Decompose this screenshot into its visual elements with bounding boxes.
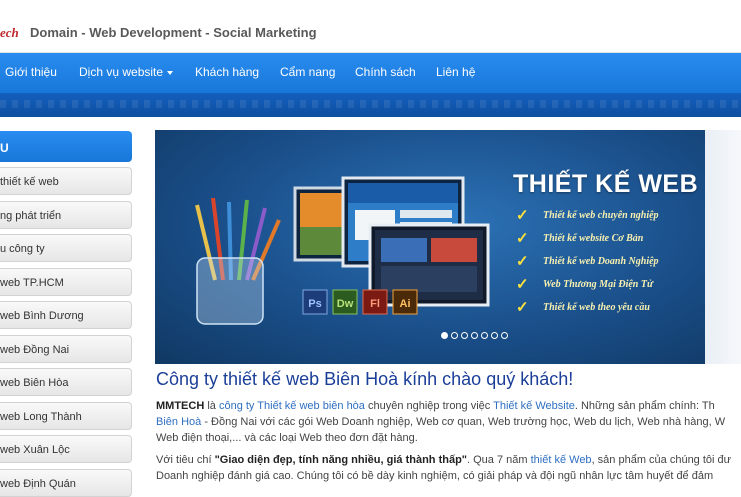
band-pattern — [0, 100, 741, 108]
nav-label: Cẩm nang — [280, 65, 336, 79]
banner-feature: Web Thương Mại Điện Tử — [543, 279, 653, 290]
slider-dot[interactable] — [461, 332, 468, 339]
check-icon: ✓ — [516, 253, 529, 270]
nav-label: Giới thiệu — [5, 65, 57, 79]
dw-icon: Dw — [337, 298, 354, 310]
slogan: "Giao diện đẹp, tính năng nhiều, giá thà… — [214, 454, 468, 466]
intro-paragraph: MMTECH là công ty Thiết kế web biên hòa … — [156, 398, 741, 446]
slider-dot[interactable] — [471, 332, 478, 339]
sidebar-item[interactable]: web TP.HCM — [0, 268, 132, 296]
fl-icon: Fl — [370, 298, 380, 310]
brand-name: MMTECH — [156, 400, 205, 412]
sidebar-item[interactable]: web Xuân Lộc — [0, 435, 132, 463]
logo[interactable]: ech — [0, 25, 19, 41]
site-tagline: Domain - Web Development - Social Market… — [30, 25, 317, 40]
text: chuyên nghiệp trong việc — [364, 400, 494, 412]
nav-label: Chính sách — [355, 65, 416, 79]
slider-dot[interactable] — [451, 332, 458, 339]
link-cong-ty-thiet-ke-web[interactable]: công ty Thiết kế web biên hòa — [219, 400, 365, 412]
link-thiet-ke-website[interactable]: Thiết kế Website — [493, 400, 575, 412]
slider-dot[interactable] — [491, 332, 498, 339]
text: - Đồng Nai với các gói Web Doanh nghiệp,… — [201, 416, 726, 428]
check-icon: ✓ — [516, 299, 529, 316]
page-heading: Công ty thiết kế web Biên Hoà kính chào … — [156, 369, 574, 389]
sidebar-heading: U — [0, 131, 132, 162]
nav-item-khach-hang[interactable]: Khách hàng — [195, 65, 259, 79]
text: Doanh nghiệp đánh giá cao. Chúng tôi có … — [156, 470, 714, 482]
sidebar-item[interactable]: web Long Thành — [0, 402, 132, 430]
nav-item-cam-nang[interactable]: Cẩm nang — [280, 65, 335, 79]
check-icon: ✓ — [516, 207, 529, 224]
criteria-paragraph: Với tiêu chí "Giao diện đẹp, tính năng n… — [156, 452, 741, 484]
ai-icon: Ai — [400, 298, 411, 310]
text: . Qua 7 năm — [467, 454, 531, 466]
link-thiet-ke-web[interactable]: thiết kế Web — [531, 454, 592, 466]
banner-illustration: Ps Dw Fl Ai — [195, 176, 490, 325]
text: , sản phẩm của chúng tôi đư — [591, 454, 732, 466]
monitor-icon — [293, 176, 490, 307]
nav-label: Khách hàng — [195, 65, 260, 79]
banner-feature: Thiết kế web Doanh Nghiệp — [543, 256, 659, 267]
check-icon: ✓ — [516, 230, 529, 247]
nav-item-chinh-sach[interactable]: Chính sách — [355, 65, 416, 79]
text: là — [204, 400, 219, 412]
sidebar-item[interactable]: web Định Quán — [0, 469, 132, 497]
sidebar-item[interactable]: web Đồng Nai — [0, 335, 132, 363]
sidebar-item[interactable]: ng phát triển — [0, 201, 132, 229]
text: Web điện thoại,... và các loại Web theo … — [156, 432, 418, 444]
nav-item-gioi-thieu[interactable]: Giới thiệu — [5, 65, 57, 79]
link-bien-hoa[interactable]: Biên Hoà — [156, 416, 201, 428]
text: . Những sản phẩm chính: Th — [574, 400, 715, 412]
slider-dot[interactable] — [501, 332, 508, 339]
banner-feature: Thiết kế website Cơ Bản — [543, 233, 644, 244]
slider-dot[interactable] — [441, 332, 448, 339]
app-icons: Ps Dw Fl Ai — [302, 289, 418, 315]
slider-dot[interactable] — [481, 332, 488, 339]
hero-banner[interactable]: Ps Dw Fl Ai THIẾT KẾ WEB ✓ Thiết kế web … — [155, 130, 705, 364]
sidebar-item[interactable]: web Bình Dương — [0, 301, 132, 329]
nav-label: Dịch vụ website — [79, 65, 164, 79]
sidebar-item[interactable]: web Biên Hòa — [0, 368, 132, 396]
sidebar-item[interactable]: thiết kế web — [0, 167, 132, 195]
sidebar-item[interactable]: u công ty — [0, 234, 132, 262]
banner-feature: Thiết kế web theo yêu cầu — [543, 302, 650, 313]
banner-title: THIẾT KẾ WEB — [513, 170, 699, 198]
ps-icon: Ps — [308, 298, 321, 310]
banner-feature: Thiết kế web chuyên nghiệp — [543, 210, 659, 221]
check-icon: ✓ — [516, 276, 529, 293]
text: Với tiêu chí — [156, 454, 215, 466]
slider-dots — [441, 326, 511, 339]
next-slide-peek — [705, 130, 741, 364]
pencil-cup-icon — [195, 197, 281, 325]
nav-label: Liên hệ — [436, 65, 476, 79]
main-nav: Giới thiệu Dịch vụ website Khách hàng Cẩ… — [0, 53, 741, 93]
caret-down-icon — [167, 70, 174, 75]
site-header: ech Domain - Web Development - Social Ma… — [0, 0, 741, 53]
nav-item-lien-he[interactable]: Liên hệ — [436, 65, 475, 79]
nav-item-dich-vu-website[interactable]: Dịch vụ website — [79, 65, 174, 79]
